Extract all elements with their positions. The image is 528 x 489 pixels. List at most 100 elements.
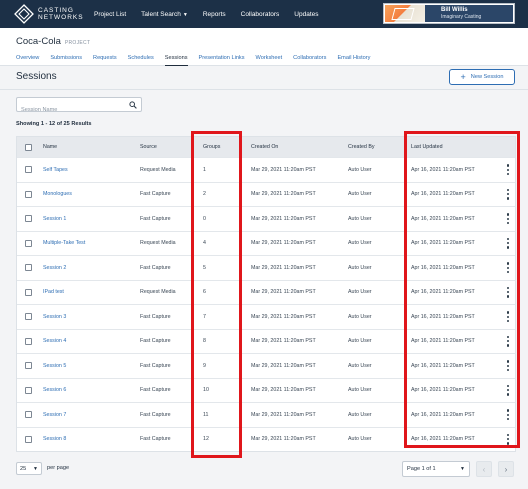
cell-created-by: Auto User <box>348 289 372 296</box>
user-account-menu[interactable]: Bill Willis Imaginary Casting <box>383 3 515 24</box>
per-page-select[interactable]: 25 ▼ <box>16 462 42 475</box>
page-select[interactable]: Page 1 of 1 ▼ <box>402 461 470 477</box>
kebab-menu-icon[interactable] <box>506 433 510 445</box>
tab-worksheet[interactable]: Worksheet <box>256 55 283 66</box>
cell-name: Session 8 <box>39 428 136 452</box>
column-header-name[interactable]: Name <box>39 137 136 157</box>
nav-updates[interactable]: Updates <box>294 11 318 18</box>
cell-last-updated: Apr 16, 2021 11:20am PST <box>411 411 475 418</box>
nav-collaborators[interactable]: Collaborators <box>241 11 280 18</box>
session-name-link[interactable]: Session 4 <box>43 338 66 344</box>
session-name-link[interactable]: Session 8 <box>43 436 66 442</box>
cell-source: Fast Capture <box>140 411 171 418</box>
kebab-menu-icon[interactable] <box>506 213 510 225</box>
new-session-button[interactable]: + New Session <box>449 69 515 85</box>
row-checkbox[interactable] <box>24 166 32 174</box>
previous-page-button[interactable]: ‹ <box>476 461 492 477</box>
cell-created-by: Auto User <box>348 166 372 173</box>
kebab-menu-icon[interactable] <box>506 384 510 396</box>
kebab-menu-icon[interactable] <box>506 360 510 372</box>
cell-source: Request Media <box>140 289 176 296</box>
session-name-link[interactable]: IPad test <box>43 289 64 295</box>
cell-name: Session 6 <box>39 379 136 403</box>
row-actions <box>501 256 515 280</box>
tab-presentation-links[interactable]: Presentation Links <box>199 55 245 66</box>
session-name-link[interactable]: Monologues <box>43 191 72 197</box>
column-header-groups[interactable]: Groups <box>199 137 247 157</box>
row-checkbox[interactable] <box>24 386 32 394</box>
row-actions <box>501 403 515 427</box>
cell-groups: 6 <box>203 289 206 296</box>
nav-talent-search[interactable]: Talent Search ▼ <box>141 11 188 18</box>
row-select-cell <box>17 428 39 452</box>
kebab-menu-icon[interactable] <box>506 335 510 347</box>
kebab-menu-icon[interactable] <box>506 164 510 176</box>
session-search-box <box>16 97 142 117</box>
next-page-button[interactable]: › <box>498 461 514 477</box>
session-name-link[interactable]: Self Tapes <box>43 167 68 173</box>
cell-created-on: Mar 29, 2021 11:20am PST <box>251 240 316 247</box>
project-title-block: Coca-Cola PROJECT <box>16 36 90 47</box>
cell-source: Request Media <box>140 240 176 247</box>
user-organization: Imaginary Casting <box>441 14 482 20</box>
row-checkbox[interactable] <box>24 313 32 321</box>
session-name-link[interactable]: Session 6 <box>43 387 66 393</box>
sessions-table: Name Source Groups Created On Created By… <box>16 136 516 452</box>
cell-source: Request Media <box>140 166 176 173</box>
brand-logo[interactable]: CASTING NETWORKS <box>14 4 84 24</box>
kebab-menu-icon[interactable] <box>506 262 510 274</box>
tab-overview[interactable]: Overview <box>16 55 39 66</box>
cell-created-on: Mar 29, 2021 11:20am PST <box>251 313 316 320</box>
tab-submissions[interactable]: Submissions <box>50 55 82 66</box>
kebab-menu-icon[interactable] <box>506 188 510 200</box>
row-checkbox[interactable] <box>24 337 32 345</box>
session-name-link[interactable]: Session 5 <box>43 363 66 369</box>
tab-schedules[interactable]: Schedules <box>128 55 154 66</box>
cell-last-updated: Apr 16, 2021 11:20am PST <box>411 387 475 394</box>
kebab-menu-icon[interactable] <box>506 311 510 323</box>
row-checkbox[interactable] <box>24 215 32 223</box>
cell-name: Monologues <box>39 183 136 207</box>
table-row: IPad test Request Media 6 Mar 29, 2021 11:2… <box>17 279 515 305</box>
session-name-link[interactable]: Session 2 <box>43 265 66 271</box>
user-name: Bill Willis <box>441 7 468 13</box>
column-header-last-updated[interactable]: Last Updated <box>407 137 501 157</box>
column-header-created-by[interactable]: Created By <box>344 137 407 157</box>
search-icon[interactable] <box>129 101 137 109</box>
tab-email-history[interactable]: Email History <box>337 55 370 66</box>
row-select-cell <box>17 183 39 207</box>
column-header-source[interactable]: Source <box>136 137 199 157</box>
tab-requests[interactable]: Requests <box>93 55 117 66</box>
session-name-search-input[interactable] <box>21 103 126 117</box>
column-header-created-on[interactable]: Created On <box>247 137 344 157</box>
column-header-groups-label: Groups <box>203 144 221 150</box>
cell-groups: 11 <box>203 411 209 418</box>
nav-project-list[interactable]: Project List <box>94 11 126 18</box>
row-checkbox[interactable] <box>24 435 32 443</box>
session-name-link[interactable]: Session 1 <box>43 216 66 222</box>
row-select-cell <box>17 354 39 378</box>
cell-created-by: Auto User <box>348 362 372 369</box>
kebab-menu-icon[interactable] <box>506 286 510 298</box>
nav-reports[interactable]: Reports <box>203 11 226 18</box>
cell-created-by: Auto User <box>348 313 372 320</box>
tab-sessions[interactable]: Sessions <box>164 55 188 66</box>
session-name-link[interactable]: Session 3 <box>43 314 66 320</box>
column-header-created-on-label: Created On <box>251 144 279 150</box>
row-checkbox[interactable] <box>24 190 32 198</box>
row-checkbox[interactable] <box>24 239 32 247</box>
session-name-link[interactable]: Session 7 <box>43 412 66 418</box>
cell-groups: 12 <box>203 436 209 443</box>
row-checkbox[interactable] <box>24 362 32 370</box>
session-name-link[interactable]: Multiple-Take Test <box>43 240 85 246</box>
select-all-checkbox[interactable] <box>24 143 32 151</box>
tab-collaborators[interactable]: Collaborators <box>293 55 326 66</box>
brand-line-2: NETWORKS <box>38 14 84 21</box>
row-checkbox[interactable] <box>24 264 32 272</box>
row-checkbox[interactable] <box>24 288 32 296</box>
cell-created-by: Auto User <box>348 436 372 443</box>
kebab-menu-icon[interactable] <box>506 237 510 249</box>
row-checkbox[interactable] <box>24 411 32 419</box>
cell-last-updated: Apr 16, 2021 11:20am PST <box>411 338 475 345</box>
kebab-menu-icon[interactable] <box>506 409 510 421</box>
